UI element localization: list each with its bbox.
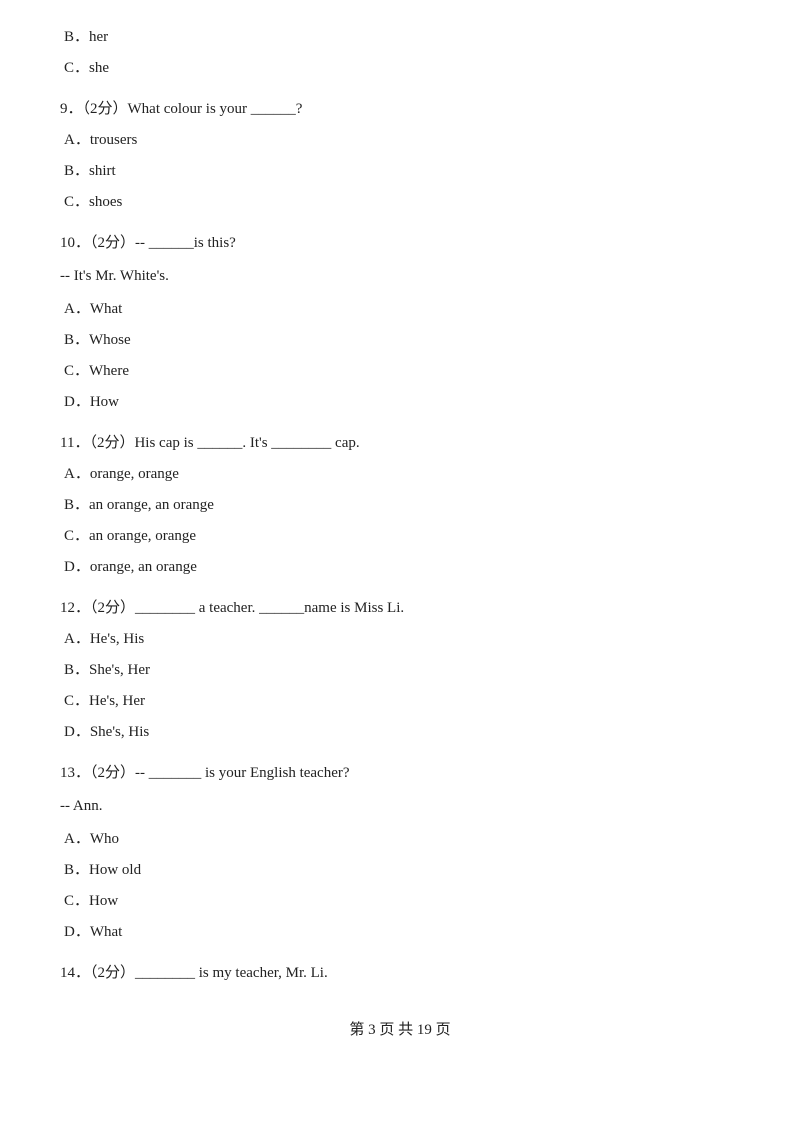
option-11b: B．an orange, an orange xyxy=(60,492,740,519)
option-13d: D．What xyxy=(60,919,740,946)
page-footer: 第 3 页 共 19 页 xyxy=(60,1017,740,1044)
option-c-she: C．she xyxy=(60,55,740,82)
answer-10: -- It's Mr. White's. xyxy=(60,263,740,290)
question-12: 12．（2分）________ a teacher. ______name is… xyxy=(60,595,740,622)
option-10a: A．What xyxy=(60,296,740,323)
option-11d: D．orange, an orange xyxy=(60,554,740,581)
option-b-her: B．her xyxy=(60,24,740,51)
option-12b: B．She's, Her xyxy=(60,657,740,684)
option-10d: D．How xyxy=(60,389,740,416)
option-11c: C．an orange, orange xyxy=(60,523,740,550)
question-9: 9．（2分）What colour is your ______? xyxy=(60,96,740,123)
option-12d: D．She's, His xyxy=(60,719,740,746)
option-11a: A．orange, orange xyxy=(60,461,740,488)
option-12a: A．He's, His xyxy=(60,626,740,653)
option-9b: B．shirt xyxy=(60,158,740,185)
option-10c: C．Where xyxy=(60,358,740,385)
option-10b: B．Whose xyxy=(60,327,740,354)
question-13: 13．（2分）-- _______ is your English teache… xyxy=(60,760,740,787)
question-11: 11．（2分）His cap is ______. It's ________ … xyxy=(60,430,740,457)
option-12c: C．He's, Her xyxy=(60,688,740,715)
option-13c: C．How xyxy=(60,888,740,915)
option-13b: B．How old xyxy=(60,857,740,884)
question-14: 14．（2分）________ is my teacher, Mr. Li. xyxy=(60,960,740,987)
answer-13: -- Ann. xyxy=(60,793,740,820)
question-10: 10．（2分）-- ______is this? xyxy=(60,230,740,257)
option-9a: A．trousers xyxy=(60,127,740,154)
option-9c: C．shoes xyxy=(60,189,740,216)
option-13a: A．Who xyxy=(60,826,740,853)
